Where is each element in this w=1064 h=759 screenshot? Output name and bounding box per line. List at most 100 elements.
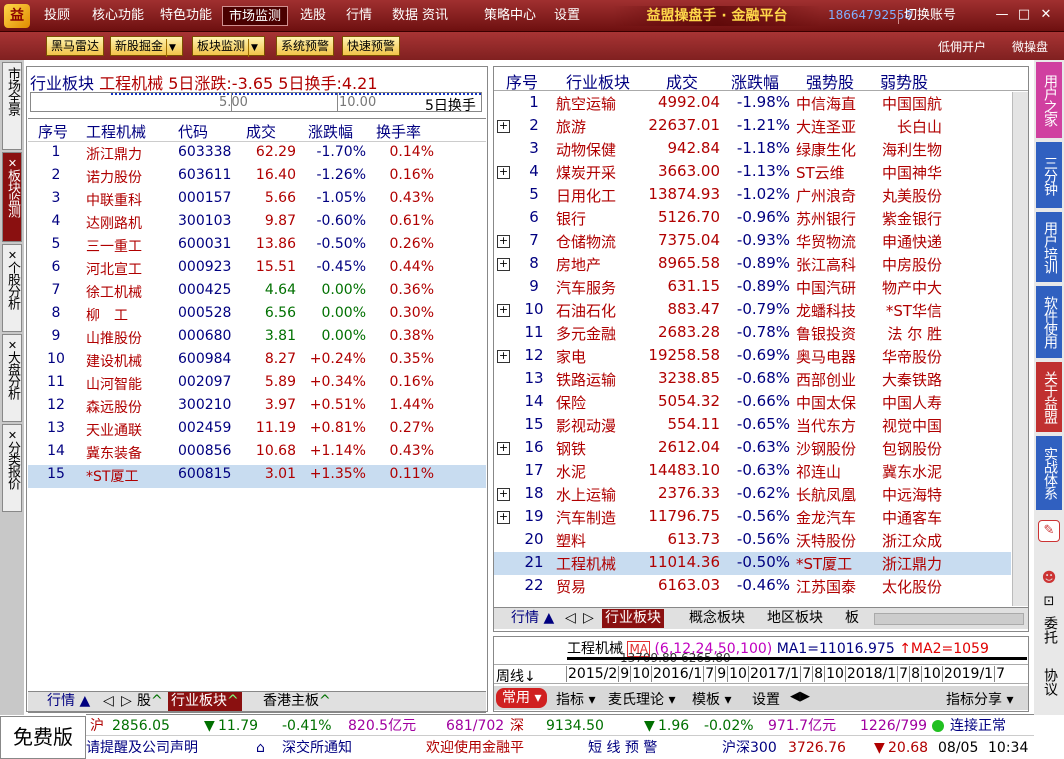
switch-account-link[interactable]: 切换账号 — [904, 6, 956, 26]
ipo-mining-button[interactable]: 新股掘金 ▼ — [110, 36, 184, 57]
robot-icon[interactable]: ⊡ — [1038, 594, 1060, 612]
micro-trade-link[interactable]: 微操盘 — [1012, 38, 1048, 55]
expand-icon[interactable]: + — [497, 442, 510, 455]
col-volume[interactable]: 成交 — [666, 69, 698, 93]
scale-mark-5: 5.00 — [219, 95, 248, 110]
megaphone-icon[interactable]: ✎ — [1038, 520, 1060, 542]
expand-icon[interactable]: + — [497, 120, 510, 133]
right-tab-2[interactable]: 用户培训 — [1036, 212, 1062, 282]
short-term-alert[interactable]: 短 线 预 警 — [588, 737, 657, 759]
col-name[interactable]: 工程机械 — [86, 121, 146, 142]
chat-icon[interactable]: ☻ — [1038, 570, 1060, 588]
right-tab-1[interactable]: 三分钟 — [1036, 142, 1062, 208]
col-strong-stock[interactable]: 强势股 — [806, 69, 854, 93]
horizontal-scrollbar[interactable] — [874, 613, 1024, 625]
common-button[interactable]: 常用 ▾ — [496, 688, 548, 708]
tab-category-quotes[interactable]: ✕分类报价 — [2, 424, 22, 512]
col-sector[interactable]: 行业板块 — [566, 69, 630, 93]
prev-icon[interactable]: ◁ — [100, 692, 117, 711]
low-commission-account-link[interactable]: 低佣开户 — [938, 38, 986, 55]
tab-concept-sector[interactable]: 概念板块 — [686, 609, 748, 628]
col-weak-stock[interactable]: 弱势股 — [880, 69, 928, 93]
col-change[interactable]: 涨跌幅 — [308, 121, 353, 142]
tab-stock[interactable]: 股^ — [134, 692, 166, 711]
settings-button[interactable]: 设置 — [752, 689, 780, 709]
expand-icon[interactable]: + — [497, 258, 510, 271]
quick-alert-button[interactable]: 快速预警 — [342, 36, 401, 56]
expand-icon[interactable]: + — [497, 304, 510, 317]
template-menu[interactable]: 模板 ▾ — [692, 689, 731, 709]
free-version-label[interactable]: 免费版 — [0, 716, 86, 759]
indicator-menu[interactable]: 指标 ▾ — [556, 689, 595, 709]
notice-szse[interactable]: 深交所通知 — [282, 737, 352, 759]
menu-0[interactable]: 投顾 — [38, 6, 76, 26]
col-seq[interactable]: 序号 — [38, 121, 68, 142]
col-seq[interactable]: 序号 — [506, 69, 538, 93]
expand-icon[interactable]: + — [497, 488, 510, 501]
agreement-button[interactable]: 协议 — [1036, 668, 1062, 712]
tab-industry-sector[interactable]: 行业板块 — [602, 609, 664, 628]
next-icon[interactable]: ▷ — [118, 692, 135, 711]
tab-industry-sector[interactable]: 行业板块^ — [168, 692, 242, 711]
menu-5[interactable]: 行情 — [340, 6, 378, 26]
tab-quotes[interactable]: 行情 ▲ — [44, 692, 93, 711]
tab-quotes[interactable]: 行情 ▲ — [508, 609, 557, 628]
black-horse-radar-button[interactable]: 黑马雷达 — [46, 36, 105, 56]
close-icon[interactable]: ✕ — [6, 249, 19, 261]
right-tab-0[interactable]: 用户之家 — [1036, 62, 1062, 138]
expand-icon[interactable]: + — [497, 350, 510, 363]
menu-2[interactable]: 特色功能 — [154, 6, 218, 26]
tab-hk-main-board[interactable]: 香港主板^ — [260, 692, 334, 711]
tab-market-overview[interactable]: 市场全景 — [2, 62, 22, 150]
indicator-share-menu[interactable]: 指标分享 ▾ — [946, 689, 1013, 709]
entrust-button[interactable]: 委托 — [1036, 616, 1062, 662]
tab-market-analysis[interactable]: ✕大盘分析 — [2, 334, 22, 422]
scroll-left-right-icon[interactable]: ◀▶ — [790, 689, 810, 704]
menu-7[interactable]: 资讯 — [416, 6, 454, 26]
col-code[interactable]: 代码 — [178, 121, 208, 142]
notice-disclaimer[interactable]: 请提醒及公司声明 — [86, 737, 198, 759]
expand-icon[interactable]: + — [497, 511, 510, 524]
tab-more-sector[interactable]: 板 — [842, 609, 862, 628]
hs300-name[interactable]: 沪深300 — [722, 737, 777, 759]
sz-index-name[interactable]: 深 — [510, 715, 524, 737]
menu-8[interactable]: 策略中心 — [478, 6, 542, 26]
right-scrollbar[interactable] — [1012, 92, 1028, 606]
right-tab-5[interactable]: 实战体系 — [1036, 436, 1062, 510]
sector-monitor-button[interactable]: 板块监测 ▼ — [192, 36, 266, 57]
cell-strong-stock: 苏州银行 — [796, 210, 857, 228]
brand-title: 益盟操盘手 · 金融平台 — [612, 6, 822, 26]
menu-3[interactable]: 市场监测 — [222, 6, 289, 26]
tab-stock-analysis[interactable]: ✕个股分析 — [2, 244, 22, 332]
sh-index-pct: -0.41% — [282, 718, 332, 734]
cell-turnover: 0.43% — [389, 443, 434, 459]
right-tab-4[interactable]: 关于益盟 — [1036, 362, 1062, 432]
cell-strong-stock: 广州浪奇 — [796, 187, 857, 205]
minimize-button[interactable]: — — [992, 6, 1012, 24]
col-turnover[interactable]: 换手率 — [376, 121, 421, 142]
chevron-down-icon[interactable]: ▼ — [166, 39, 178, 57]
close-icon[interactable]: ✕ — [6, 339, 19, 351]
cell-seq: 14 — [47, 443, 65, 459]
menu-4[interactable]: 选股 — [294, 6, 332, 26]
prev-icon[interactable]: ◁ — [562, 609, 579, 628]
close-icon[interactable]: ✕ — [6, 157, 19, 169]
system-alert-button[interactable]: 系统预警 — [276, 36, 335, 56]
right-tab-3[interactable]: 软件使用 — [1036, 286, 1062, 358]
menu-1[interactable]: 核心功能 — [86, 6, 150, 26]
expand-icon[interactable]: + — [497, 166, 510, 179]
sh-index-name[interactable]: 沪 — [90, 715, 104, 737]
close-button[interactable]: ✕ — [1036, 6, 1056, 24]
menu-9[interactable]: 设置 — [548, 6, 586, 26]
chevron-down-icon[interactable]: ▼ — [248, 39, 260, 57]
tab-sector-monitor[interactable]: ✕板块监测 — [2, 152, 22, 242]
col-change[interactable]: 涨跌幅 — [731, 69, 779, 93]
period-selector[interactable]: 周线↓ — [496, 666, 536, 686]
expand-icon[interactable]: + — [497, 235, 510, 248]
close-icon[interactable]: ✕ — [6, 429, 19, 441]
next-icon[interactable]: ▷ — [580, 609, 597, 628]
mcs-theory-menu[interactable]: 麦氏理论 ▾ — [608, 689, 675, 709]
col-price[interactable]: 成交 — [246, 121, 276, 142]
tab-region-sector[interactable]: 地区板块 — [764, 609, 826, 628]
maximize-button[interactable]: □ — [1014, 6, 1034, 24]
